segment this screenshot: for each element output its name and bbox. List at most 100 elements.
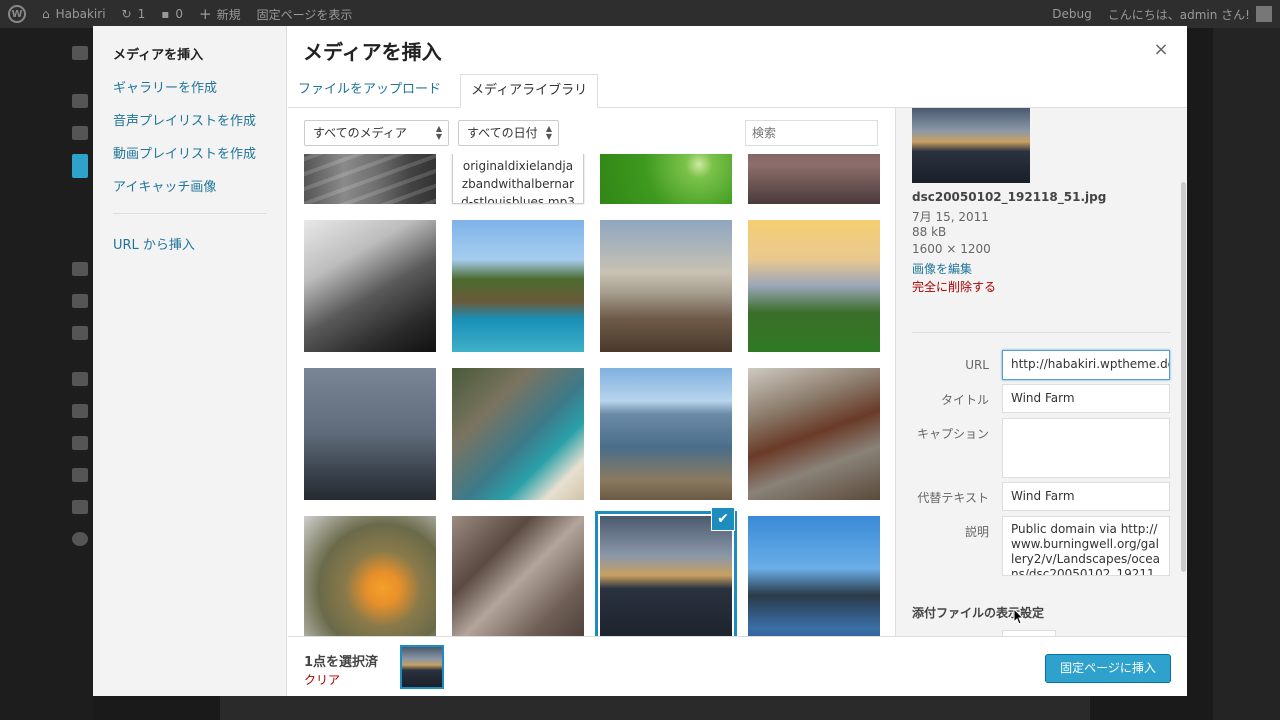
tab-media-library[interactable]: メディアライブラリ [460, 74, 599, 108]
description-field[interactable]: Public domain via http://www.burningwell… [1002, 516, 1170, 576]
plus-icon: + [199, 5, 212, 23]
attachment-thumb[interactable] [304, 368, 436, 500]
appearance-icon [72, 294, 88, 308]
detail-dimensions: 1600 × 1200 [912, 242, 991, 256]
media-icon [72, 126, 88, 140]
wordpress-icon: W [8, 5, 26, 23]
dashboard-icon [72, 46, 88, 60]
selection-count: 1点を選択済 [304, 655, 379, 670]
alt-text-field[interactable]: Wind Farm [1002, 482, 1170, 511]
new-content-link[interactable]: + 新規 [191, 0, 249, 28]
audio-filename-line: zbandwithalbernar [461, 177, 575, 191]
date-filter-value: すべての日付 [467, 126, 538, 140]
media-toolbar-footer: 1点を選択済 クリア 固定ページに挿入 [288, 636, 1187, 696]
title-field[interactable]: Wind Farm [1002, 384, 1170, 413]
selection-thumbnail[interactable] [400, 645, 444, 689]
posts-icon [72, 94, 88, 108]
audio-attachment[interactable]: originaldixielandja zbandwithalbernar d-… [452, 154, 584, 204]
checkmark-icon[interactable]: ✔ [711, 507, 735, 531]
view-page-link[interactable]: 固定ページを表示 [249, 0, 361, 28]
thumb-image [452, 516, 584, 636]
users-icon [72, 404, 88, 418]
attachment-thumb[interactable] [452, 220, 584, 352]
backdrop-bottom [93, 696, 1187, 720]
media-frame-menu: メディアを挿入 ギャラリーを作成 音声プレイリストを作成 動画プレイリストを作成… [93, 26, 287, 696]
backdrop-strip [1213, 28, 1280, 720]
site-name-link[interactable]: ⌂ Habakiri [34, 0, 114, 28]
delete-permanently-link[interactable]: 完全に削除する [912, 278, 996, 295]
select-arrows-icon: ▲▼ [545, 124, 552, 141]
caption-field[interactable] [1002, 418, 1170, 478]
site-name: Habakiri [55, 7, 106, 21]
date-filter[interactable]: すべての日付 ▲ ▼ [458, 120, 559, 146]
comments-count: 0 [175, 7, 184, 21]
clear-selection-link[interactable]: クリア [304, 671, 340, 688]
thumb-image [304, 368, 436, 500]
attachment-thumb[interactable] [748, 368, 880, 500]
comments-link[interactable]: ▪ 0 [153, 0, 191, 28]
backdrop-right [1187, 28, 1280, 720]
thumb-image [748, 220, 880, 352]
updates-link[interactable]: ↻ 1 [114, 0, 154, 28]
plugins-icon [72, 372, 88, 386]
attachment-details: dsc20050102_192118_51.jpg 7月 15, 2011 88… [895, 108, 1187, 636]
user-icon [72, 436, 88, 450]
sidebar-scrollbar[interactable] [1181, 182, 1186, 572]
debug-link[interactable]: Debug [1044, 0, 1099, 28]
attachment-thumb[interactable] [600, 154, 732, 204]
description-label: 説明 [964, 525, 989, 539]
url-field[interactable]: http://habakiri.wptheme.dev [1002, 350, 1170, 380]
attachment-thumb[interactable] [748, 516, 880, 636]
close-icon[interactable]: × [1151, 40, 1171, 60]
menu-create-gallery[interactable]: ギャラリーを作成 [113, 77, 217, 96]
audio-filename: originaldixielandja zbandwithalbernar d-… [453, 157, 583, 204]
attachment-thumb-selected[interactable] [595, 511, 737, 636]
attachment-thumb[interactable] [304, 154, 436, 204]
attachments-grid: originaldixielandja zbandwithalbernar d-… [288, 154, 895, 636]
home-icon: ⌂ [42, 7, 50, 21]
tools-icon [72, 468, 88, 482]
thumb-image [600, 368, 732, 500]
attachment-thumb[interactable] [748, 220, 880, 352]
collapse-icon [72, 532, 88, 546]
menu-insert-from-url[interactable]: URL から挿入 [113, 234, 195, 253]
caption-label: キャプション [916, 427, 989, 441]
menu-featured-image[interactable]: アイキャッチ画像 [113, 176, 216, 195]
display-settings-title: 添付ファイルの表示設定 [912, 606, 1045, 620]
thumb-image [304, 220, 436, 352]
menu-insert-media[interactable]: メディアを挿入 [113, 44, 203, 63]
edit-image-link[interactable]: 画像を編集 [912, 260, 972, 277]
menu-separator [113, 213, 267, 214]
attachment-thumb[interactable] [600, 220, 732, 352]
url-label: URL [965, 358, 989, 372]
selection-thumb-image [402, 647, 442, 687]
wordpress-logo-menu[interactable]: W [0, 0, 34, 28]
menu-create-audio-playlist[interactable]: 音声プレイリストを作成 [113, 110, 256, 129]
tab-upload-files[interactable]: ファイルをアップロード [288, 74, 451, 108]
thumb-image [748, 368, 880, 500]
thumb-image [452, 368, 584, 500]
attachment-thumb[interactable] [304, 516, 436, 636]
media-type-filter[interactable]: すべてのメディア ▲ ▼ [304, 120, 449, 146]
thumb-image [748, 516, 880, 636]
detail-date: 7月 15, 2011 [912, 210, 989, 224]
attachment-thumb[interactable] [452, 368, 584, 500]
account-link[interactable]: こんにちは、admin さん! [1100, 0, 1280, 28]
attachment-thumb[interactable] [600, 368, 732, 500]
menu-create-video-playlist[interactable]: 動画プレイリストを作成 [113, 143, 256, 162]
attachment-thumb[interactable] [452, 516, 584, 636]
greeting: こんにちは、admin さん! [1107, 7, 1250, 22]
mouse-cursor-icon [1013, 609, 1023, 625]
attachment-thumb[interactable] [304, 220, 436, 352]
updates-icon: ↻ [121, 7, 132, 21]
insert-into-page-button[interactable]: 固定ページに挿入 [1045, 654, 1171, 683]
comments-icon [72, 262, 88, 276]
audio-filename-line: d-stlouisblues.mp3 [461, 195, 575, 204]
select-arrows-icon: ▲▼ [435, 124, 442, 141]
backdrop-strip [220, 696, 1090, 720]
search-input[interactable] [745, 120, 878, 146]
detail-thumbnail [912, 108, 1030, 183]
pages-icon [72, 154, 88, 178]
new-label: 新規 [216, 7, 241, 22]
attachment-thumb[interactable] [748, 154, 880, 204]
